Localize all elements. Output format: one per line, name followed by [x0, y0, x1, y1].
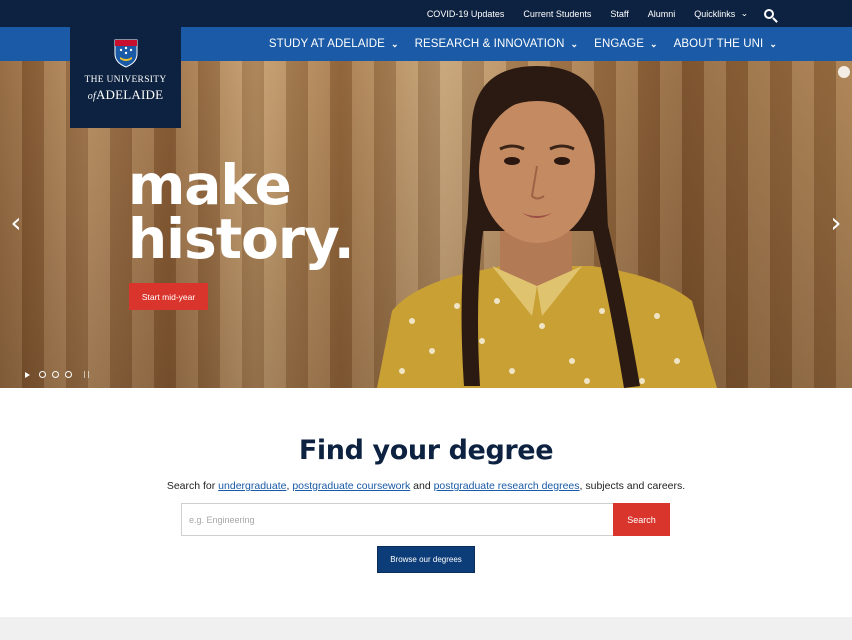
hero-portrait-image — [377, 66, 717, 388]
nav-study-at-adelaide[interactable]: STUDY AT ADELAIDE ⌄ — [269, 38, 399, 50]
utility-bar: COVID-19 Updates Current Students Staff … — [0, 0, 852, 27]
next-section-strip — [0, 617, 852, 640]
quicklinks-menu[interactable]: Quicklinks ⌄ — [694, 9, 748, 19]
nav-about-the-uni[interactable]: ABOUT THE UNI ⌄ — [674, 38, 777, 50]
chevron-right-icon[interactable]: › — [826, 208, 846, 238]
pause-icon[interactable] — [84, 371, 89, 378]
search-button[interactable]: Search — [613, 503, 670, 536]
chevron-down-icon: ⌄ — [769, 38, 777, 49]
browse-degrees-button[interactable]: Browse our degrees — [377, 546, 475, 573]
carousel-dot-1[interactable] — [39, 371, 46, 378]
undergraduate-link[interactable]: undergraduate — [218, 480, 286, 492]
chevron-down-icon: ⌄ — [570, 38, 579, 49]
finder-desc-sep-2: and — [410, 480, 434, 492]
hero-headline-line-1: make — [128, 153, 292, 217]
play-icon[interactable] — [25, 371, 30, 378]
crest-icon — [114, 39, 138, 68]
nav-item-label: RESEARCH & INNOVATION — [414, 38, 565, 50]
chevron-down-icon: ⌄ — [740, 9, 749, 18]
chevron-down-icon: ⌄ — [649, 38, 658, 49]
finder-title: Find your degree — [298, 435, 554, 466]
nav-research-innovation[interactable]: RESEARCH & INNOVATION ⌄ — [415, 38, 579, 50]
logo-of: of — [87, 91, 96, 102]
hero-headline: make history. — [128, 153, 355, 271]
chevron-left-icon[interactable]: ‹ — [6, 208, 26, 238]
postgraduate-research-link[interactable]: postgraduate research degrees — [434, 480, 580, 492]
hero-headline-line-2: history. — [128, 207, 355, 271]
carousel-dot-2[interactable] — [52, 371, 59, 378]
logo-line-1: THE UNIVERSITY — [84, 75, 167, 85]
postgraduate-coursework-link[interactable]: postgraduate coursework — [292, 480, 410, 492]
finder-desc-suffix: , subjects and careers. — [579, 480, 686, 492]
staff-link[interactable]: Staff — [610, 9, 628, 19]
finder-desc-prefix: Search for — [166, 480, 219, 492]
finder-description: Search for undergraduate, postgraduate c… — [0, 480, 852, 492]
search-icon[interactable] — [764, 8, 774, 19]
logo-adelaide: ADELAIDE — [95, 87, 164, 102]
degree-search-input[interactable] — [181, 503, 614, 536]
slide-indicator-icon — [838, 66, 850, 78]
nav-item-label: ABOUT THE UNI — [673, 38, 764, 50]
carousel-dot-3[interactable] — [65, 371, 72, 378]
logo-line-2: ofADELAIDE — [70, 87, 181, 103]
current-students-link[interactable]: Current Students — [523, 9, 591, 19]
university-logo[interactable]: THE UNIVERSITY ofADELAIDE — [70, 27, 181, 128]
chevron-down-icon: ⌄ — [390, 38, 399, 49]
carousel-controls — [25, 371, 89, 378]
alumni-link[interactable]: Alumni — [648, 9, 676, 19]
start-mid-year-button[interactable]: Start mid-year — [129, 283, 208, 310]
nav-engage[interactable]: ENGAGE ⌄ — [594, 38, 657, 50]
utility-links: COVID-19 Updates Current Students Staff … — [427, 0, 852, 27]
degree-finder: Find your degree Search for undergraduat… — [0, 388, 852, 617]
covid-updates-link[interactable]: COVID-19 Updates — [427, 9, 505, 19]
quicklinks-label: Quicklinks — [694, 8, 736, 19]
nav-item-label: ENGAGE — [594, 38, 644, 50]
nav-item-label: STUDY AT ADELAIDE — [268, 38, 385, 50]
